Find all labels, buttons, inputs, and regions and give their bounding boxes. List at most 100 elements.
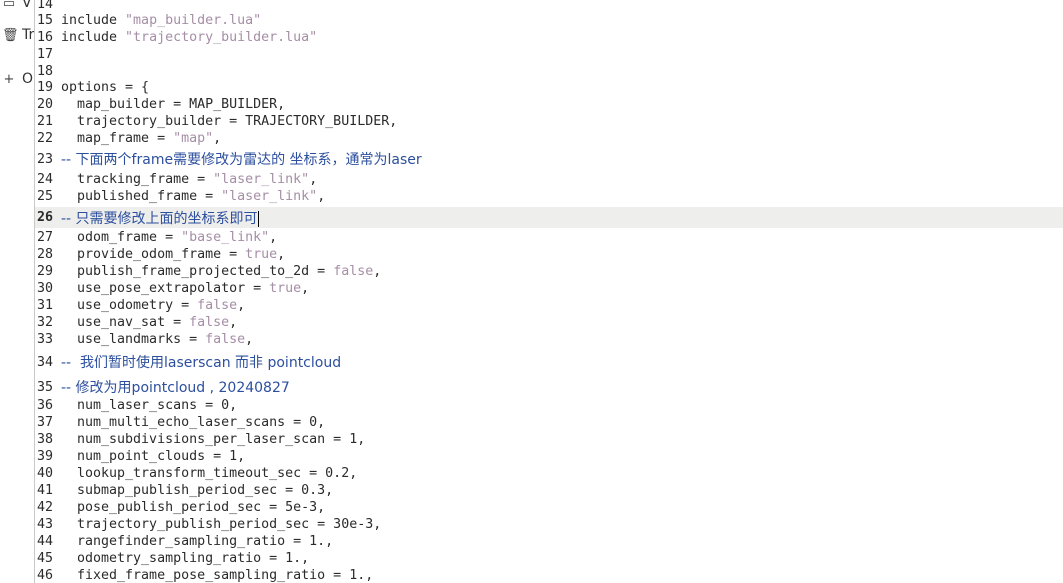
line-number: 16	[37, 30, 54, 45]
code-token: ,	[309, 172, 318, 187]
line-number: 23	[37, 151, 54, 167]
code-line[interactable]: 16 include "trajectory_builder.lua"	[35, 29, 1063, 46]
code-token: ,	[373, 264, 382, 279]
line-number: 37	[37, 415, 54, 430]
line-number: 46	[37, 568, 54, 583]
code-token: publish_frame_projected_to_2d =	[61, 264, 334, 279]
code-line[interactable]: 17	[35, 46, 1063, 63]
code-line[interactable]: 20 map_builder = MAP_BUILDER,	[35, 96, 1063, 113]
sidebar-item-trash[interactable]: 🗑 Tr	[2, 26, 34, 44]
code-line[interactable]: 31 use_odometry = false,	[35, 297, 1063, 314]
code-text: -- 修改为用pointcloud , 20240827	[61, 377, 290, 397]
code-line[interactable]: 15 include "map_builder.lua"	[35, 12, 1063, 29]
string-literal: "trajectory_builder.lua"	[125, 30, 318, 45]
code-text: use_landmarks = false,	[61, 332, 253, 347]
code-line[interactable]: 33 use_landmarks = false,	[35, 331, 1063, 348]
code-text: map_frame = "map",	[61, 131, 221, 146]
code-token: published_frame =	[61, 189, 222, 204]
code-line[interactable]: 32 use_nav_sat = false,	[35, 314, 1063, 331]
code-editor[interactable]: 14 15 include "map_builder.lua" 16 include "…	[35, 0, 1063, 583]
code-line[interactable]: 37 num_multi_echo_laser_scans = 0,	[35, 414, 1063, 431]
line-number: 24	[37, 172, 54, 187]
line-number: 41	[37, 483, 54, 498]
code-token: num_point_clouds = 1,	[61, 449, 246, 464]
code-line[interactable]: 35 -- 修改为用pointcloud , 20240827	[35, 377, 1063, 397]
line-number: 27	[37, 230, 54, 245]
plus-icon: +	[3, 71, 15, 87]
code-line[interactable]: 24 tracking_frame = "laser_link",	[35, 171, 1063, 188]
code-text: fixed_frame_pose_sampling_ratio = 1.,	[61, 568, 373, 583]
line-number: 17	[37, 47, 54, 62]
code-text: include "trajectory_builder.lua"	[61, 30, 317, 45]
code-line[interactable]: 40 lookup_transform_timeout_sec = 0.2,	[35, 465, 1063, 482]
code-line[interactable]: 26 -- 只需要修改上面的坐标系即可	[35, 207, 1063, 228]
line-number: 19	[37, 80, 54, 95]
code-line[interactable]: 30 use_pose_extrapolator = true,	[35, 280, 1063, 297]
line-number: 42	[37, 500, 54, 515]
code-token: trajectory_builder = TRAJECTORY_BUILDER,	[61, 114, 398, 129]
line-number: 43	[37, 517, 54, 532]
code-text: trajectory_publish_period_sec = 30e-3,	[61, 517, 381, 532]
boolean-literal: false	[333, 264, 374, 279]
line-number: 22	[37, 131, 54, 146]
line-number: 33	[37, 332, 54, 347]
line-number: 25	[37, 189, 54, 204]
code-line[interactable]: 41 submap_publish_period_sec = 0.3,	[35, 482, 1063, 499]
code-text: odometry_sampling_ratio = 1.,	[61, 551, 309, 566]
string-literal: "map_builder.lua"	[125, 13, 262, 28]
line-number: 45	[37, 551, 54, 566]
code-line[interactable]: 43 trajectory_publish_period_sec = 30e-3…	[35, 516, 1063, 533]
boolean-literal: false	[189, 315, 230, 330]
code-line[interactable]: 44 rangefinder_sampling_ratio = 1.,	[35, 533, 1063, 550]
code-text: use_odometry = false,	[61, 298, 245, 313]
code-line[interactable]: 19 options = {	[35, 79, 1063, 96]
code-text: rangefinder_sampling_ratio = 1.,	[61, 534, 333, 549]
line-number: 29	[37, 264, 54, 279]
code-line[interactable]: 25 published_frame = "laser_link",	[35, 188, 1063, 205]
code-text: odom_frame = "base_link",	[61, 230, 277, 245]
text-cursor	[257, 210, 259, 227]
code-line[interactable]: 28 provide_odom_frame = true,	[35, 246, 1063, 263]
comment: -- 我们暂时使用laserscan 而非 pointcloud	[61, 355, 342, 371]
line-number: 15	[37, 13, 54, 28]
code-line[interactable]: 23 -- 下面两个frame需要修改为雷达的 坐标系，通常为laser	[35, 149, 1063, 169]
code-line[interactable]: 36 num_laser_scans = 0,	[35, 397, 1063, 414]
code-line[interactable]: 14	[35, 0, 1063, 12]
code-text: map_builder = MAP_BUILDER,	[61, 97, 285, 112]
code-token: trajectory_publish_period_sec = 30e-3,	[61, 517, 382, 532]
code-line[interactable]: 34 -- 我们暂时使用laserscan 而非 pointcloud	[35, 352, 1063, 372]
code-line[interactable]: 22 map_frame = "map",	[35, 130, 1063, 147]
comment: -- 修改为用pointcloud , 20240827	[61, 380, 290, 396]
code-token: use_landmarks =	[61, 332, 206, 347]
code-line[interactable]: 21 trajectory_builder = TRAJECTORY_BUILD…	[35, 113, 1063, 130]
sidebar-item-label: Tr	[22, 27, 35, 43]
comment: -- 只需要修改上面的坐标系即可	[61, 210, 258, 227]
code-text: publish_frame_projected_to_2d = false,	[61, 264, 381, 279]
code-token: ,	[213, 131, 222, 146]
sidebar-item-v[interactable]: ▭ V	[2, 0, 32, 12]
code-text: num_laser_scans = 0,	[61, 398, 237, 413]
code-token: num_laser_scans = 0,	[61, 398, 238, 413]
string-literal: "laser_link"	[221, 189, 318, 204]
code-line[interactable]: 29 publish_frame_projected_to_2d = false…	[35, 263, 1063, 280]
comment: -- 下面两个frame需要修改为雷达的 坐标系，通常为laser	[61, 152, 422, 168]
sidebar-item-other[interactable]: + O	[2, 70, 33, 88]
code-line[interactable]: 42 pose_publish_period_sec = 5e-3,	[35, 499, 1063, 516]
code-line[interactable]: 46 fixed_frame_pose_sampling_ratio = 1.,	[35, 567, 1063, 583]
line-number: 14	[37, 0, 54, 12]
code-token: ,	[301, 281, 310, 296]
code-token: lookup_transform_timeout_sec = 0.2,	[61, 466, 358, 481]
line-number: 32	[37, 315, 54, 330]
code-line[interactable]: 38 num_subdivisions_per_laser_scan = 1,	[35, 431, 1063, 448]
code-token: include	[61, 13, 126, 28]
code-token: odom_frame =	[61, 230, 182, 245]
code-text: num_subdivisions_per_laser_scan = 1,	[61, 432, 365, 447]
code-line[interactable]: 39 num_point_clouds = 1,	[35, 448, 1063, 465]
code-text: provide_odom_frame = true,	[61, 247, 285, 262]
code-token: pose_publish_period_sec = 5e-3,	[61, 500, 326, 515]
code-text: options = {	[61, 80, 149, 95]
code-text: lookup_transform_timeout_sec = 0.2,	[61, 466, 357, 481]
code-line[interactable]: 45 odometry_sampling_ratio = 1.,	[35, 550, 1063, 567]
code-line[interactable]: 27 odom_frame = "base_link",	[35, 229, 1063, 246]
code-line[interactable]: 18	[35, 63, 1063, 79]
